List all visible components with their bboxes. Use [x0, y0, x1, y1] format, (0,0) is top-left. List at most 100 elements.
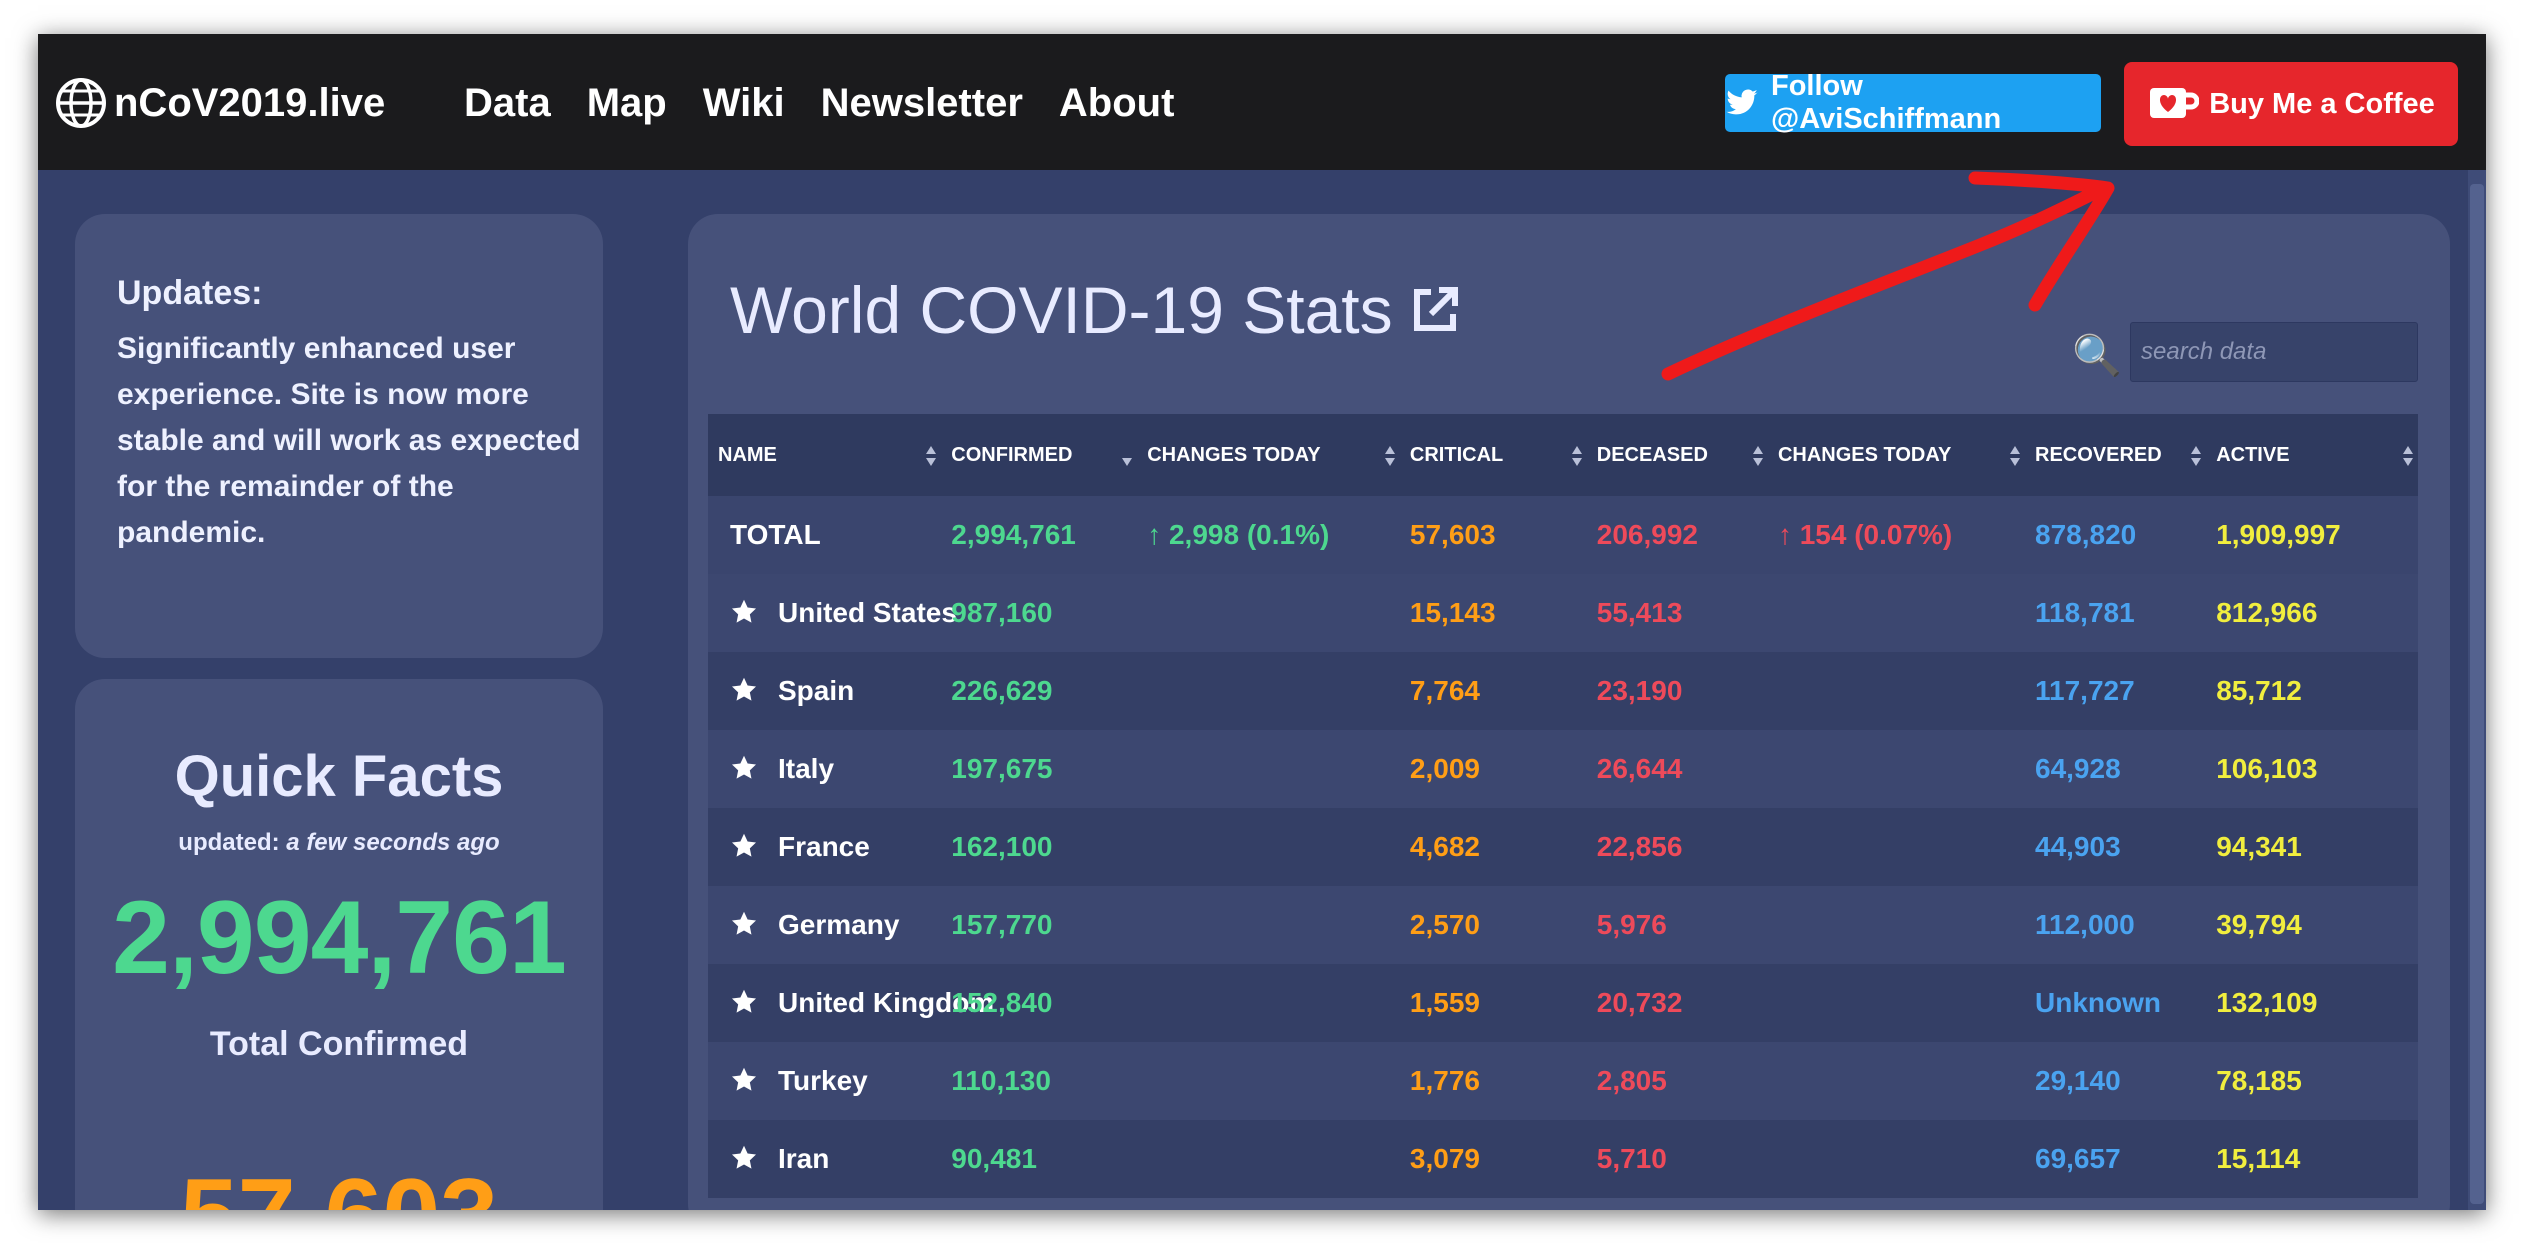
star-icon[interactable]: [730, 754, 758, 782]
cell-name: Iran: [708, 1120, 942, 1198]
cell-confirmed: 110,130: [941, 1042, 1138, 1120]
table-row-total[interactable]: TOTAL 2,994,761 ↑ 2,998 (0.1%) 57,603 20…: [708, 496, 2418, 574]
cell-confirmed-change: [1137, 1120, 1400, 1198]
cell-recovered: 44,903: [2025, 808, 2207, 886]
cell-recovered: 117,727: [2025, 652, 2207, 730]
cell-deceased: 26,644: [1586, 730, 1768, 808]
sort-icon: [1752, 446, 1763, 466]
quick-facts-title: Quick Facts: [174, 744, 504, 809]
cell-recovered: 29,140: [2025, 1042, 2207, 1120]
cell-critical: 15,143: [1399, 574, 1587, 652]
search-icon: 🔍: [2072, 334, 2122, 378]
cell-active: 39,794: [2206, 886, 2418, 964]
nav-link-newsletter[interactable]: Newsletter: [821, 81, 1023, 126]
table-row[interactable]: United States 987,160 15,143 55,413 118,…: [708, 574, 2418, 652]
cell-deceased: 5,710: [1586, 1120, 1768, 1198]
cell-confirmed: 987,160: [941, 574, 1138, 652]
cell-critical: 3,079: [1399, 1120, 1587, 1198]
total-confirmed-label: Total Confirmed: [209, 1025, 469, 1063]
buy-me-a-coffee-button[interactable]: Buy Me a Coffee: [2124, 62, 2458, 146]
navbar: nCoV2019.live Data Map Wiki Newsletter A…: [38, 34, 2486, 170]
page-scrollbar-thumb[interactable]: [2470, 184, 2484, 1204]
column-header-confirmed[interactable]: CONFIRMED: [941, 414, 1138, 496]
cell-confirmed: 152,840: [941, 964, 1138, 1042]
sort-icon: [1571, 446, 1582, 466]
cell-recovered: 112,000: [2025, 886, 2207, 964]
page-title-text: World COVID-19 Stats: [730, 273, 1393, 347]
star-icon[interactable]: [730, 910, 758, 938]
nav-link-data[interactable]: Data: [464, 81, 551, 126]
column-header-critical[interactable]: CRITICAL: [1399, 414, 1587, 496]
table-row[interactable]: Spain 226,629 7,764 23,190 117,727 85,71…: [708, 652, 2418, 730]
star-icon[interactable]: [730, 832, 758, 860]
cell-name: Germany: [708, 886, 942, 964]
column-header-name[interactable]: NAME: [708, 414, 942, 496]
cell-active: 106,103: [2206, 730, 2418, 808]
table-row[interactable]: Iran 90,481 3,079 5,710 69,657 15,114: [708, 1120, 2418, 1198]
star-icon[interactable]: [730, 676, 758, 704]
cell-deceased: 5,976: [1586, 886, 1768, 964]
cell-deceased-change: ↑ 154 (0.07%): [1767, 496, 2025, 574]
cell-name: Turkey: [708, 1042, 942, 1120]
cell-deceased-change: [1767, 574, 2025, 652]
external-link-icon[interactable]: [1407, 282, 1463, 338]
cell-confirmed: 197,675: [941, 730, 1138, 808]
nav-links: Data Map Wiki Newsletter About: [464, 78, 1210, 128]
cell-recovered: 64,928: [2025, 730, 2207, 808]
cell-critical: 1,776: [1399, 1042, 1587, 1120]
star-icon[interactable]: [730, 988, 758, 1016]
cell-confirmed-change: [1137, 808, 1400, 886]
cell-confirmed-change: [1137, 730, 1400, 808]
table-row[interactable]: Italy 197,675 2,009 26,644 64,928 106,10…: [708, 730, 2418, 808]
sort-icon: [1384, 446, 1395, 466]
updated-value: a few seconds ago: [286, 829, 500, 856]
brand[interactable]: nCoV2019.live: [54, 78, 385, 128]
nav-link-map[interactable]: Map: [587, 81, 667, 126]
column-header-active[interactable]: ACTIVE: [2206, 414, 2418, 496]
twitter-bird-icon: [1726, 89, 1758, 115]
cell-confirmed-change: [1137, 886, 1400, 964]
cell-deceased: 2,805: [1586, 1042, 1768, 1120]
nav-link-wiki[interactable]: Wiki: [703, 81, 785, 126]
star-icon[interactable]: [730, 1144, 758, 1172]
cell-critical: 57,603: [1399, 496, 1587, 574]
sort-icon: [1122, 458, 1133, 466]
updates-title: Updates:: [117, 274, 263, 312]
table-row[interactable]: Turkey 110,130 1,776 2,805 29,140 78,185: [708, 1042, 2418, 1120]
table-row[interactable]: France 162,100 4,682 22,856 44,903 94,34…: [708, 808, 2418, 886]
cell-deceased: 23,190: [1586, 652, 1768, 730]
cell-active: 85,712: [2206, 652, 2418, 730]
sort-icon: [2010, 446, 2020, 466]
cell-critical: 1,559: [1399, 964, 1587, 1042]
updated-label: updated:: [178, 829, 280, 856]
critical-value: 57,603: [75, 1157, 603, 1210]
search-input[interactable]: [2130, 322, 2418, 382]
cell-deceased-change: [1767, 1120, 2025, 1198]
cell-confirmed: 157,770: [941, 886, 1138, 964]
table-row[interactable]: Germany 157,770 2,570 5,976 112,000 39,7…: [708, 886, 2418, 964]
star-icon[interactable]: [730, 1066, 758, 1094]
cell-name: Spain: [708, 652, 942, 730]
cell-active: 94,341: [2206, 808, 2418, 886]
column-header-deceased-changes[interactable]: CHANGES TODAY: [1767, 414, 2025, 496]
cell-name: France: [708, 808, 942, 886]
cell-active: 1,909,997: [2206, 496, 2418, 574]
follow-twitter-button[interactable]: Follow @AviSchiffmann: [1725, 70, 2101, 135]
nav-link-about[interactable]: About: [1059, 81, 1175, 126]
cell-deceased-change: [1767, 808, 2025, 886]
column-header-recovered[interactable]: RECOVERED: [2025, 414, 2207, 496]
sort-icon: [926, 446, 937, 466]
stats-table: NAME CONFIRMED CHANGES TODAY CRITICAL DE…: [708, 414, 2418, 1198]
cell-deceased-change: [1767, 964, 2025, 1042]
total-confirmed-value: 2,994,761: [112, 880, 567, 996]
table-row[interactable]: United Kingdom 152,840 1,559 20,732 Unkn…: [708, 964, 2418, 1042]
cell-recovered: Unknown: [2025, 964, 2207, 1042]
world-stats-card: World COVID-19 Stats 🔍 NAME CONFIRMED: [688, 214, 2450, 1210]
column-header-deceased[interactable]: DECEASED: [1586, 414, 1768, 496]
cell-recovered: 69,657: [2025, 1120, 2207, 1198]
column-header-confirmed-changes[interactable]: CHANGES TODAY: [1137, 414, 1400, 496]
cell-confirmed: 226,629: [941, 652, 1138, 730]
cell-deceased-change: [1767, 730, 2025, 808]
sort-icon: [2403, 446, 2413, 466]
star-icon[interactable]: [730, 598, 758, 626]
